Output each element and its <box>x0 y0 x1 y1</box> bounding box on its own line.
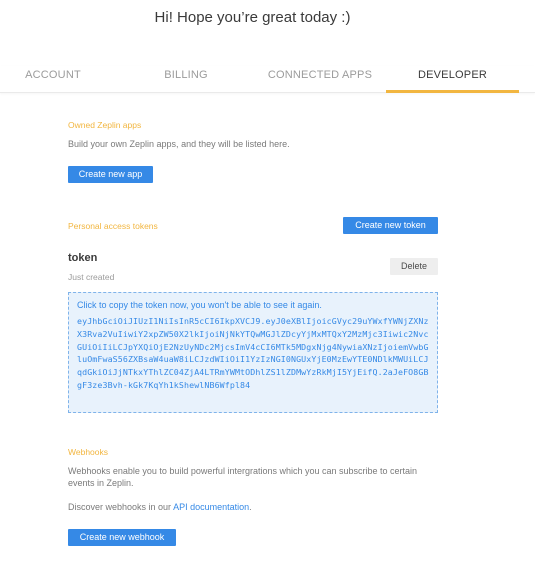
greeting-title: Hi! Hope you’re great today :) <box>154 9 351 26</box>
token-value: eyJhbGciOiJIUzI1NiIsInR5cCI6IkpXVCJ9.eyJ… <box>77 316 429 390</box>
access-tokens-title: Personal access tokens <box>68 221 158 231</box>
owned-apps-description: Build your own Zeplin apps, and they wil… <box>68 139 290 149</box>
discover-suffix: . <box>249 502 252 512</box>
webhooks-discover-text: Discover webhooks in our API documentati… <box>68 501 252 513</box>
owned-apps-title: Owned Zeplin apps <box>68 120 142 130</box>
tab-connected-apps[interactable]: CONNECTED APPS <box>256 69 384 93</box>
token-name: token <box>68 252 98 264</box>
token-copy-box[interactable]: Click to copy the token now, you won't b… <box>68 292 438 413</box>
tab-developer[interactable]: DEVELOPER <box>386 69 519 93</box>
delete-token-button[interactable]: Delete <box>390 258 438 275</box>
create-new-app-button[interactable]: Create new app <box>68 166 153 183</box>
settings-tabs: ACCOUNT BILLING CONNECTED APPS DEVELOPER <box>0 66 535 93</box>
create-new-token-button[interactable]: Create new token <box>343 217 438 234</box>
api-documentation-link[interactable]: API documentation <box>173 502 249 512</box>
discover-prefix: Discover webhooks in our <box>68 502 174 512</box>
webhooks-title: Webhooks <box>68 447 109 457</box>
webhooks-description: Webhooks enable you to build powerful in… <box>68 466 418 488</box>
tab-account[interactable]: ACCOUNT <box>0 69 106 93</box>
tab-billing[interactable]: BILLING <box>133 69 239 93</box>
create-new-webhook-button[interactable]: Create new webhook <box>68 529 176 546</box>
token-copy-hint: Click to copy the token now, you won't b… <box>77 300 322 310</box>
token-created-status: Just created <box>68 272 115 282</box>
